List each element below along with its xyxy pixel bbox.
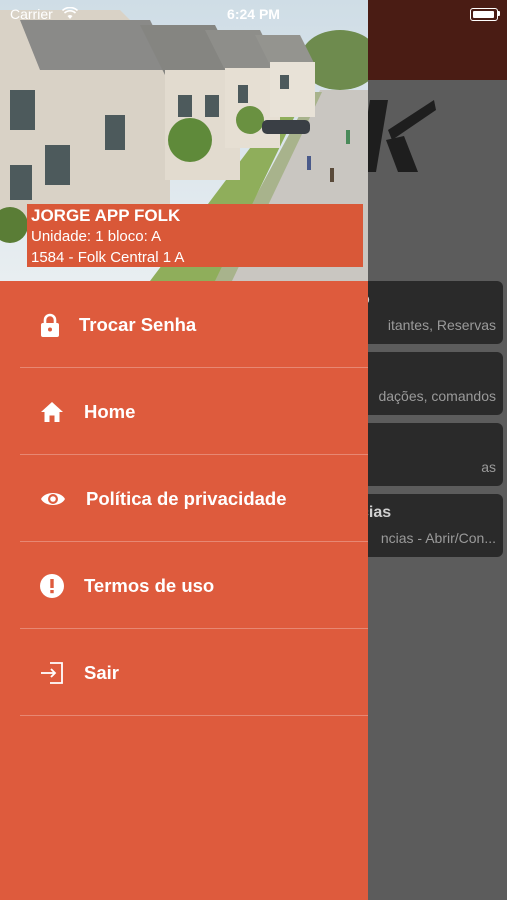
eye-icon <box>41 493 65 505</box>
menu-label: Política de privacidade <box>86 488 287 509</box>
drawer-menu: Trocar Senha Home Política de privacidad… <box>0 281 368 716</box>
menu-label: Trocar Senha <box>79 314 197 335</box>
battery-icon <box>470 8 498 21</box>
menu-item-trocar-senha[interactable]: Trocar Senha <box>0 281 368 368</box>
user-unit: Unidade: 1 bloco: A <box>31 228 162 245</box>
drawer-header-image: JORGE APP FOLK Unidade: 1 bloco: A 1584 … <box>0 0 368 281</box>
menu-item-home[interactable]: Home <box>0 368 368 455</box>
user-name: JORGE APP FOLK <box>31 206 181 225</box>
menu-item-politica-de-privacidade[interactable]: Política de privacidade <box>0 455 368 542</box>
menu-label: Termos de uso <box>84 575 215 596</box>
home-icon <box>41 402 63 422</box>
side-drawer: JORGE APP FOLK Unidade: 1 bloco: A 1584 … <box>0 0 368 900</box>
menu-label: Home <box>84 401 136 422</box>
logout-icon <box>41 662 63 684</box>
menu-item-termos-de-uso[interactable]: Termos de uso <box>0 542 368 629</box>
menu-item-sair[interactable]: Sair <box>0 629 368 716</box>
user-info-card: JORGE APP FOLK Unidade: 1 bloco: A 1584 … <box>27 204 363 267</box>
menu-label: Sair <box>84 662 119 683</box>
battery-tip <box>498 11 500 16</box>
lock-icon <box>41 313 59 337</box>
user-address: 1584 - Folk Central 1 A <box>31 249 185 266</box>
clock-label: 6:24 PM <box>227 6 280 22</box>
status-bar: Carrier 6:24 PM <box>0 0 507 28</box>
alert-icon <box>40 574 64 598</box>
